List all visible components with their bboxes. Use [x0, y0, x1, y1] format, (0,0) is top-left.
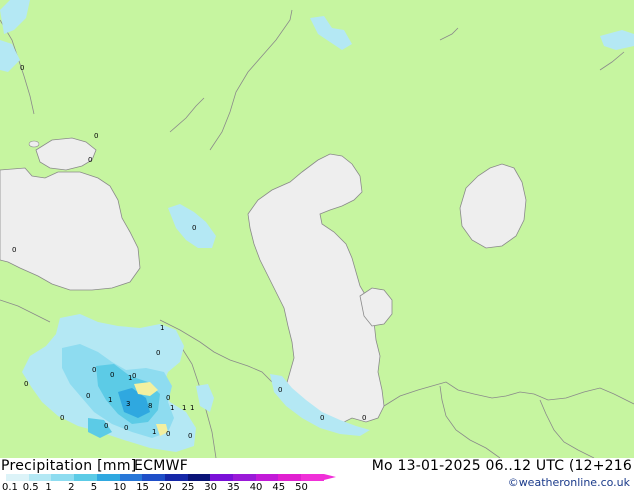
grid-value-label: 0	[166, 430, 170, 438]
precipitation-map: 000001000 100 1 0103 8 1 110 00000 00	[0, 0, 634, 458]
grid-value-label: 0	[132, 372, 136, 380]
grid-value-label: 0	[94, 132, 98, 140]
grid-value-label: 3	[126, 400, 130, 408]
grid-value-label: 0	[362, 414, 366, 422]
legend-swatch	[51, 474, 75, 481]
legend-swatch	[187, 474, 211, 481]
grid-value-label: 0	[86, 392, 90, 400]
grid-value-label: 8	[148, 402, 152, 410]
grid-value-label: 0	[278, 386, 282, 394]
legend-tick-label: 35	[227, 482, 240, 493]
legend-swatch	[6, 474, 30, 481]
legend-tick-label: 0.5	[22, 482, 39, 493]
legend-tick-label: 50	[295, 482, 308, 493]
grid-value-label: 0	[192, 224, 196, 232]
legend-tick-label: 25	[181, 482, 195, 493]
forecast-map-view: 00000100010010103811100000000 Precipitat…	[0, 0, 634, 493]
legend-tick-label: 10	[113, 482, 127, 493]
legend-tick-label: 30	[204, 482, 218, 493]
legend-tick-label: 5	[90, 482, 98, 493]
map-footer: Precipitation [mm] ECMWF Mo 13-01-2025 0…	[0, 458, 634, 493]
legend-swatch	[210, 474, 234, 481]
legend-tick-label: 15	[136, 482, 149, 493]
grid-value-label: 0	[60, 414, 64, 422]
legend-tick-label: 45	[272, 482, 286, 493]
grid-value-label: 0	[104, 422, 108, 430]
grid-value-label: 1	[108, 396, 112, 404]
lake-small	[28, 140, 40, 148]
legend-swatch	[233, 474, 257, 481]
legend-swatch	[142, 474, 166, 481]
legend-swatch	[255, 474, 279, 481]
grid-value-label: 0	[88, 156, 92, 164]
grid-value-label: 1	[160, 324, 164, 332]
grid-value-label: 0	[166, 394, 170, 402]
map-title: Precipitation [mm]	[1, 458, 137, 474]
legend-swatch	[28, 474, 52, 481]
legend-tick-label: 40	[249, 482, 263, 493]
grid-value-label: 0	[12, 246, 16, 254]
legend-swatch	[119, 474, 143, 481]
legend-swatch	[96, 474, 120, 481]
grid-value-label: 0	[110, 371, 114, 379]
legend-arrow	[323, 474, 336, 480]
grid-value-label: 1	[190, 404, 194, 412]
grid-value-label: 1	[152, 428, 156, 436]
legend-tick-label: 20	[158, 482, 172, 493]
legend-tick-label: 2	[68, 482, 75, 493]
grid-value-label: 0	[20, 64, 24, 72]
legend-swatch	[164, 474, 189, 481]
color-legend: 0.1 0.5 1 2 5 10 15 20 25 30 35 40 45 50	[0, 474, 336, 493]
legend-tick-label: 1	[45, 482, 52, 493]
grid-value-label: 1	[170, 404, 174, 412]
model-name: ECMWF	[134, 458, 189, 474]
grid-value-label: 0	[92, 366, 96, 374]
grid-value-label: 1	[182, 404, 186, 412]
credit-link[interactable]: ©weatheronline.co.uk	[508, 476, 630, 489]
grid-value-label: 0	[320, 414, 324, 422]
valid-time: Mo 13-01-2025 06..12 UTC (12+216	[371, 458, 632, 474]
legend-tick-label: 0.1	[2, 482, 18, 493]
legend-swatch	[301, 474, 325, 481]
grid-value-label: 0	[156, 349, 160, 357]
grid-value-label: 0	[124, 424, 128, 432]
legend-swatch	[74, 474, 98, 481]
grid-value-label: 0	[188, 432, 192, 440]
grid-value-label: 0	[24, 380, 28, 388]
legend-swatch	[278, 474, 302, 481]
